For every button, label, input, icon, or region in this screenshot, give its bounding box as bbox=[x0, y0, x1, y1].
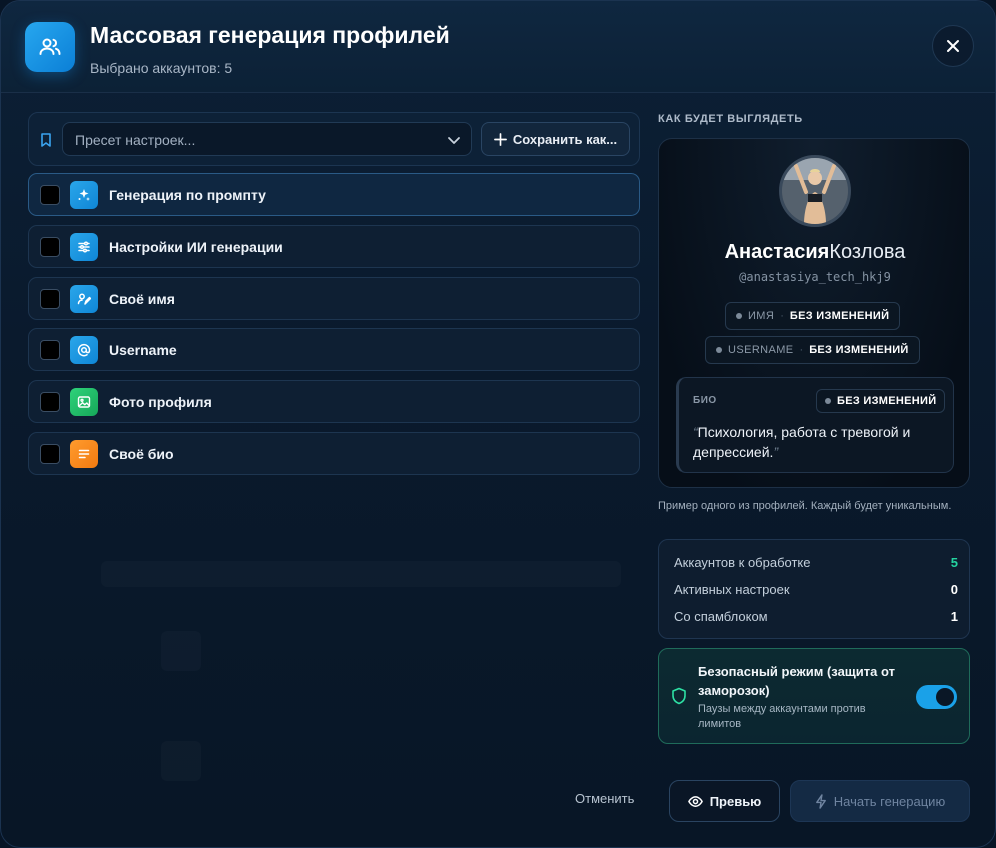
name-status-pill: ИМЯ · БЕЗ ИЗМЕНЕНИЙ bbox=[725, 302, 901, 330]
pill-separator: · bbox=[799, 344, 804, 356]
checkbox[interactable] bbox=[40, 444, 60, 464]
pill-value: БЕЗ ИЗМЕНЕНИЙ bbox=[789, 310, 890, 322]
pill-value: БЕЗ ИЗМЕНЕНИЙ bbox=[809, 344, 909, 356]
text-lines-icon bbox=[70, 440, 98, 468]
stat-label: Аккаунтов к обработке bbox=[674, 555, 811, 570]
cancel-button[interactable]: Отменить bbox=[567, 791, 642, 806]
chevron-down-icon bbox=[448, 137, 460, 144]
status-dot bbox=[716, 347, 722, 353]
close-quote: ” bbox=[773, 444, 779, 460]
preset-row: Пресет настроек... Сохранить как... bbox=[28, 112, 640, 166]
stat-value: 0 bbox=[950, 582, 958, 597]
stat-value: 5 bbox=[950, 555, 958, 570]
option-custom-name[interactable]: Своё имя bbox=[28, 277, 640, 320]
safe-mode-title: Безопасный режим (защита от заморозок) bbox=[698, 664, 895, 698]
option-label: Генерация по промпту bbox=[109, 187, 266, 203]
lightning-icon bbox=[815, 793, 826, 809]
pill-separator: · bbox=[780, 310, 784, 322]
checkbox[interactable] bbox=[40, 289, 60, 309]
option-label: Фото профиля bbox=[109, 394, 212, 410]
start-generation-label: Начать генерацию bbox=[833, 793, 946, 809]
stat-value: 1 bbox=[950, 609, 958, 624]
option-label: Своё био bbox=[109, 446, 174, 462]
option-ai-settings[interactable]: Настройки ИИ генерации bbox=[28, 225, 640, 268]
bio-text: “Психология, работа с тревогой и депресс… bbox=[693, 422, 943, 462]
option-label: Username bbox=[109, 342, 177, 358]
close-icon bbox=[947, 40, 959, 52]
stats-panel: Аккаунтов к обработке 5 Активных настрое… bbox=[658, 539, 970, 639]
profile-preview-card: АнастасияКозлова @anastasiya_tech_hkj9 И… bbox=[658, 138, 970, 488]
bio-preview: БИО БЕЗ ИЗМЕНЕНИЙ “Психология, работа с … bbox=[676, 377, 954, 473]
pill-key: ИМЯ bbox=[748, 310, 775, 322]
stat-label: Со спамблоком bbox=[674, 609, 768, 624]
signature-icon bbox=[70, 285, 98, 313]
option-custom-bio[interactable]: Своё био bbox=[28, 432, 640, 475]
shield-icon bbox=[672, 687, 686, 705]
toggle-knob bbox=[936, 688, 954, 706]
profile-handle: @anastasiya_tech_hkj9 bbox=[739, 270, 891, 284]
pill-key: USERNAME bbox=[728, 344, 794, 356]
stat-label: Активных настроек bbox=[674, 582, 790, 597]
bulk-profile-generation-modal: Массовая генерация профилей Выбрано акка… bbox=[0, 0, 996, 848]
selected-accounts-count: Выбрано аккаунтов: 5 bbox=[90, 60, 233, 76]
option-label: Своё имя bbox=[109, 291, 175, 307]
status-dot bbox=[736, 313, 742, 319]
users-icon bbox=[25, 22, 75, 72]
bio-label: БИО bbox=[693, 395, 717, 406]
bio-status-pill: БЕЗ ИЗМЕНЕНИЙ bbox=[816, 389, 946, 413]
stat-row: Со спамблоком 1 bbox=[674, 609, 958, 624]
start-generation-button[interactable]: Начать генерацию bbox=[790, 780, 970, 822]
image-icon bbox=[70, 388, 98, 416]
username-status-pill: USERNAME · БЕЗ ИЗМЕНЕНИЙ bbox=[705, 336, 920, 364]
eye-icon bbox=[687, 795, 703, 807]
checkbox[interactable] bbox=[40, 340, 60, 360]
pill-value: БЕЗ ИЗМЕНЕНИЙ bbox=[837, 395, 937, 407]
bio-text-content: Психология, работа с тревогой и депресси… bbox=[693, 424, 911, 460]
preview-heading: КАК БУДЕТ ВЫГЛЯДЕТЬ bbox=[658, 113, 803, 125]
profile-first-name: Анастасия bbox=[724, 241, 830, 263]
safe-mode-panel: Безопасный режим (защита от заморозок) П… bbox=[658, 648, 970, 744]
option-profile-photo[interactable]: Фото профиля bbox=[28, 380, 640, 423]
checkbox[interactable] bbox=[40, 185, 60, 205]
background-ghost bbox=[161, 741, 201, 781]
profile-last-name: Козлова bbox=[829, 241, 906, 263]
save-preset-button[interactable]: Сохранить как... bbox=[481, 122, 630, 156]
preset-select-placeholder: Пресет настроек... bbox=[75, 132, 196, 148]
modal-title: Массовая генерация профилей bbox=[90, 22, 450, 48]
safe-mode-subtitle: Паузы между аккаунтами против лимитов bbox=[698, 703, 866, 730]
sparkle-icon bbox=[70, 181, 98, 209]
save-preset-label: Сохранить как... bbox=[512, 131, 618, 147]
modal-header: Массовая генерация профилей Выбрано акка… bbox=[1, 1, 995, 93]
stat-row: Аккаунтов к обработке 5 bbox=[674, 555, 958, 570]
checkbox[interactable] bbox=[40, 237, 60, 257]
preset-select[interactable]: Пресет настроек... bbox=[62, 122, 472, 156]
at-icon bbox=[70, 336, 98, 364]
safe-mode-toggle[interactable] bbox=[916, 685, 957, 709]
close-button[interactable] bbox=[932, 25, 974, 67]
plus-icon bbox=[493, 132, 507, 146]
avatar bbox=[779, 155, 851, 227]
preview-note: Пример одного из профилей. Каждый будет … bbox=[658, 500, 952, 512]
preview-button[interactable]: Превью bbox=[669, 780, 780, 822]
checkbox[interactable] bbox=[40, 392, 60, 412]
background-ghost bbox=[161, 631, 201, 671]
stat-row: Активных настроек 0 bbox=[674, 582, 958, 597]
background-ghost bbox=[101, 561, 621, 587]
profile-full-name: АнастасияКозлова bbox=[659, 241, 971, 264]
sliders-icon bbox=[70, 233, 98, 261]
option-prompt-generation[interactable]: Генерация по промпту bbox=[28, 173, 640, 216]
bookmark-icon bbox=[41, 133, 51, 147]
status-dot bbox=[825, 398, 831, 404]
option-label: Настройки ИИ генерации bbox=[109, 239, 283, 255]
option-username[interactable]: Username bbox=[28, 328, 640, 371]
preview-label: Превью bbox=[709, 793, 762, 809]
